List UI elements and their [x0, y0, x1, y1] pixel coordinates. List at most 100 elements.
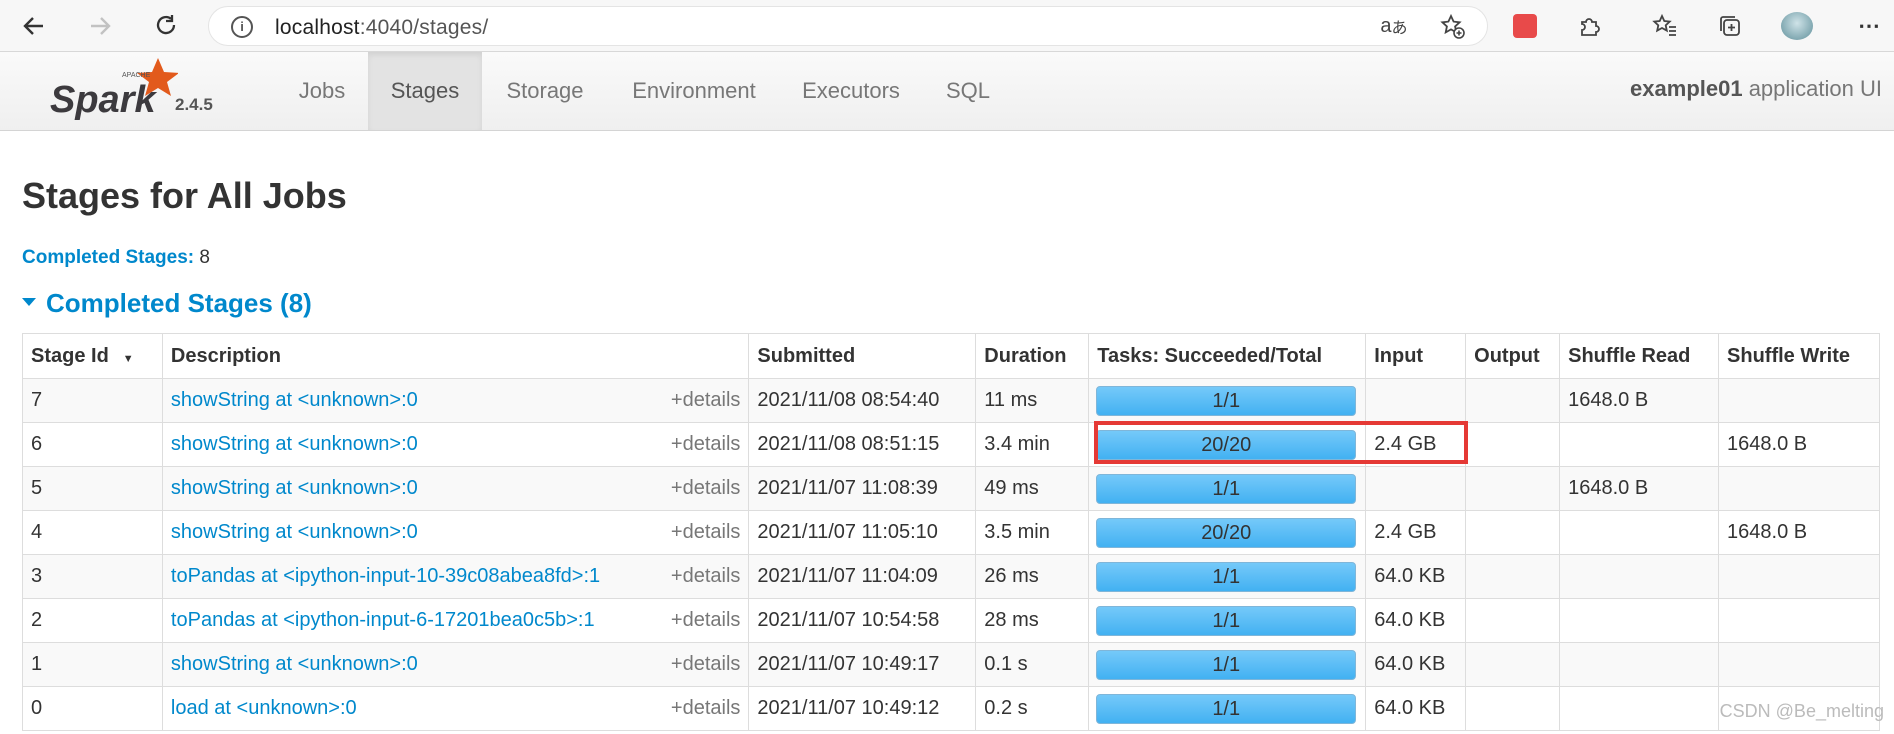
tab-executors[interactable]: Executors	[788, 52, 914, 130]
column-tasks[interactable]: Tasks: Succeeded/Total	[1088, 333, 1367, 379]
shuffle-read	[1559, 642, 1720, 687]
refresh-icon[interactable]	[148, 8, 184, 44]
avatar[interactable]	[1780, 9, 1814, 43]
shuffle-read	[1559, 422, 1720, 467]
output-size	[1465, 554, 1561, 599]
shuffle-write	[1718, 598, 1880, 643]
stage-id: 3	[22, 554, 163, 599]
tab-sql[interactable]: SQL	[930, 52, 1006, 130]
shuffle-read	[1559, 686, 1720, 731]
details-toggle[interactable]: +details	[671, 433, 741, 456]
tab-jobs[interactable]: Jobs	[280, 52, 364, 130]
spark-version: 2.4.5	[175, 95, 213, 114]
app-title: example01 application UI	[1630, 76, 1882, 101]
duration: 49 ms	[975, 466, 1090, 511]
shuffle-read: 1648.0 B	[1559, 378, 1720, 423]
description-cell: showString at <unknown>:0 +details	[161, 510, 750, 555]
description-cell: load at <unknown>:0 +details	[161, 686, 750, 731]
details-toggle[interactable]: +details	[671, 609, 741, 632]
tab-environment[interactable]: Environment	[614, 52, 774, 130]
column-output[interactable]: Output	[1465, 333, 1561, 379]
description-link[interactable]: showString at <unknown>:0	[171, 477, 418, 499]
table-row: 6 showString at <unknown>:0 +details 2021…	[22, 422, 1880, 467]
description-link[interactable]: load at <unknown>:0	[171, 697, 357, 719]
back-icon[interactable]	[16, 8, 52, 44]
submitted-time: 2021/11/07 10:54:58	[748, 598, 977, 643]
duration: 0.2 s	[975, 686, 1090, 731]
tasks-progress-bar: 20/20	[1096, 517, 1357, 548]
description-link[interactable]: showString at <unknown>:0	[171, 389, 418, 411]
browser-toolbar: i localhost:4040/stages/ aあ ⋯	[0, 0, 1894, 52]
tasks-cell: 1/1	[1088, 378, 1367, 423]
completed-stages-link[interactable]: Completed Stages:	[22, 247, 194, 268]
details-toggle[interactable]: +details	[671, 477, 741, 500]
table-row: 3 toPandas at <ipython-input-10-39c08abe…	[22, 554, 1880, 599]
details-toggle[interactable]: +details	[671, 521, 741, 544]
sort-desc-icon[interactable]: ▼	[123, 353, 134, 365]
column-duration[interactable]: Duration	[975, 333, 1090, 379]
extensions-puzzle-icon[interactable]	[1573, 9, 1607, 43]
stage-id: 5	[22, 466, 163, 511]
description-cell: showString at <unknown>:0 +details	[161, 466, 750, 511]
details-toggle[interactable]: +details	[671, 565, 741, 588]
column-stage-id[interactable]: Stage Id ▼	[22, 333, 163, 379]
tasks-progress-bar: 1/1	[1096, 605, 1357, 636]
tasks-cell: 1/1	[1088, 554, 1367, 599]
description-link[interactable]: showString at <unknown>:0	[171, 521, 418, 543]
input-size: 64.0 KB	[1365, 598, 1467, 643]
duration: 0.1 s	[975, 642, 1090, 687]
output-size	[1465, 510, 1561, 555]
description-cell: toPandas at <ipython-input-6-17201bea0c5…	[161, 598, 750, 643]
description-link[interactable]: showString at <unknown>:0	[171, 653, 418, 675]
output-size	[1465, 422, 1561, 467]
info-icon[interactable]: i	[231, 16, 253, 38]
table-row: 5 showString at <unknown>:0 +details 2021…	[22, 466, 1880, 511]
details-toggle[interactable]: +details	[671, 653, 741, 676]
translate-icon[interactable]: aあ	[1377, 9, 1411, 43]
duration: 3.4 min	[975, 422, 1090, 467]
highlight-annotation	[1094, 421, 1468, 464]
tab-stages[interactable]: Stages	[368, 52, 482, 130]
description-link[interactable]: toPandas at <ipython-input-6-17201bea0c5…	[171, 609, 595, 631]
tasks-cell: 1/1	[1088, 642, 1367, 687]
submitted-time: 2021/11/07 10:49:17	[748, 642, 977, 687]
shuffle-write	[1718, 642, 1880, 687]
description-link[interactable]: toPandas at <ipython-input-10-39c08abea8…	[171, 565, 600, 587]
extension-red-icon[interactable]	[1508, 9, 1542, 43]
tasks-cell: 1/1	[1088, 686, 1367, 731]
column-shuffle-read[interactable]: Shuffle Read	[1559, 333, 1720, 379]
favorites-icon[interactable]	[1648, 9, 1682, 43]
column-shuffle-write[interactable]: Shuffle Write	[1718, 333, 1880, 379]
url-text[interactable]: localhost:4040/stages/	[275, 16, 488, 40]
column-input[interactable]: Input	[1365, 333, 1467, 379]
column-submitted[interactable]: Submitted	[748, 333, 977, 379]
stage-id: 0	[22, 686, 163, 731]
table-header-row: Stage Id ▼ Description Submitted Duration…	[22, 333, 1880, 379]
description-cell: showString at <unknown>:0 +details	[161, 422, 750, 467]
completed-stages-toggle[interactable]: Completed Stages (8)	[22, 288, 312, 319]
address-bar[interactable]: i localhost:4040/stages/ aあ	[208, 6, 1488, 46]
tab-storage[interactable]: Storage	[488, 52, 602, 130]
description-link[interactable]: showString at <unknown>:0	[171, 433, 418, 455]
table-row: 7 showString at <unknown>:0 +details 2021…	[22, 378, 1880, 423]
collections-icon[interactable]	[1713, 9, 1747, 43]
tasks-cell: 1/1	[1088, 466, 1367, 511]
completed-stages-summary: Completed Stages: 8	[22, 247, 210, 269]
forward-icon[interactable]	[82, 8, 118, 44]
table-row: 4 showString at <unknown>:0 +details 2021…	[22, 510, 1880, 555]
table-row: 1 showString at <unknown>:0 +details 2021…	[22, 642, 1880, 687]
details-toggle[interactable]: +details	[671, 697, 741, 720]
output-size	[1465, 642, 1561, 687]
description-cell: toPandas at <ipython-input-10-39c08abea8…	[161, 554, 750, 599]
spark-logo[interactable]: APACHE Spark	[48, 56, 179, 126]
page-title: Stages for All Jobs	[22, 175, 347, 216]
spark-navbar: APACHE Spark 2.4.5 Jobs Stages Storage E…	[0, 52, 1894, 131]
more-menu-icon[interactable]: ⋯	[1852, 9, 1886, 43]
favorite-add-icon[interactable]	[1435, 9, 1469, 43]
column-description[interactable]: Description	[161, 333, 750, 379]
duration: 28 ms	[975, 598, 1090, 643]
details-toggle[interactable]: +details	[671, 389, 741, 412]
description-cell: showString at <unknown>:0 +details	[161, 642, 750, 687]
svg-text:Spark: Spark	[50, 79, 157, 121]
shuffle-write: 1648.0 B	[1718, 510, 1880, 555]
